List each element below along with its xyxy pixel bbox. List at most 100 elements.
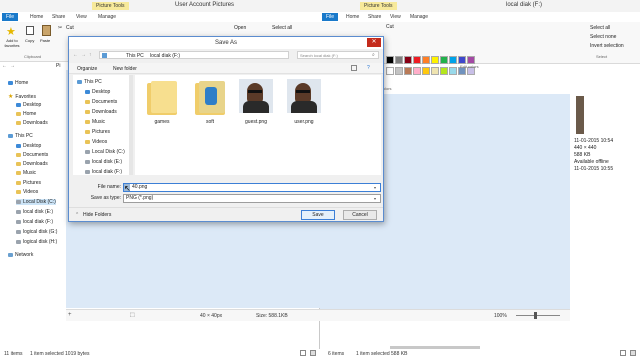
left-tab-share[interactable]: Share	[52, 14, 65, 20]
breadcrumb-this-pc[interactable]: This PC	[126, 53, 144, 59]
nav-pc-pictures[interactable]: Pictures	[16, 180, 41, 186]
color-swatch[interactable]	[458, 56, 466, 64]
select-all-button[interactable]: Select all	[272, 25, 292, 31]
copy-button[interactable]: Copy	[25, 38, 34, 43]
color-swatch[interactable]	[413, 56, 421, 64]
left-context-tab[interactable]: Picture Tools	[92, 2, 129, 10]
open-button[interactable]: Open	[234, 25, 246, 31]
breadcrumb-drive-f[interactable]: local diak (F:)	[150, 53, 180, 59]
left-tab-manage[interactable]: Manage	[98, 14, 116, 20]
nav-network[interactable]: Network	[8, 252, 33, 258]
cancel-button[interactable]: Cancel	[343, 210, 377, 220]
color-swatch[interactable]	[422, 56, 430, 64]
color-swatch[interactable]	[467, 56, 475, 64]
color-swatch[interactable]	[386, 56, 394, 64]
color-swatch[interactable]	[422, 66, 430, 75]
file-item-user[interactable]	[287, 79, 321, 119]
tree-drive-c[interactable]: Local Disk (C:)	[85, 149, 125, 155]
select-none-button[interactable]: Select none	[590, 34, 616, 40]
edit-colors-button[interactable]: Edit colors	[460, 64, 479, 69]
nav-favorites[interactable]: ★ Favorites	[8, 93, 36, 101]
chevron-down-icon[interactable]: ▾	[374, 184, 376, 191]
color-swatch[interactable]	[431, 66, 439, 75]
tree-drive-f[interactable]: local diak (F:)	[85, 169, 122, 175]
tree-videos[interactable]: Videos	[85, 139, 107, 145]
color-swatch[interactable]	[449, 56, 457, 64]
dialog-search-box[interactable]: Search local diak (F:) ⌕	[297, 51, 379, 59]
color-swatch[interactable]	[413, 66, 421, 75]
collapse-arrow-icon[interactable]: ⌃	[75, 212, 79, 218]
nav-pc-desktop[interactable]: Desktop	[16, 143, 41, 149]
help-icon[interactable]: ?	[367, 65, 370, 71]
file-item-games[interactable]	[145, 77, 179, 117]
file-item-guest[interactable]	[239, 79, 273, 119]
tree-music[interactable]: Music	[85, 119, 105, 125]
back-arrow-icon[interactable]: ←	[2, 63, 7, 69]
color-swatch[interactable]	[449, 66, 457, 75]
nav-drive-c[interactable]: Local Disk (C:)	[16, 199, 56, 205]
color-swatch[interactable]	[431, 56, 439, 64]
nav-drive-e[interactable]: local disk (E:)	[16, 209, 53, 215]
file-name-input[interactable]: 40.png ▾	[123, 183, 381, 192]
save-type-select[interactable]: PNG (*.png) ▾	[123, 194, 381, 203]
right-tab-share[interactable]: Share	[368, 14, 381, 20]
right-cut-button[interactable]: Cut	[386, 24, 394, 30]
nav-fav-home[interactable]: Home	[16, 111, 36, 117]
tree-drive-e[interactable]: local disk (E:)	[85, 159, 122, 165]
dialog-forward-icon[interactable]: →	[81, 52, 86, 58]
hide-folders-button[interactable]: Hide Folders	[83, 212, 111, 218]
color-swatch[interactable]	[404, 56, 412, 64]
invert-selection-button[interactable]: Invert selection	[590, 43, 624, 49]
dialog-close-button[interactable]: ✕	[367, 38, 381, 47]
nav-drive-g[interactable]: logical disk (G:)	[16, 229, 57, 235]
dialog-up-icon[interactable]: ↑	[89, 52, 92, 58]
right-tab-file[interactable]: File	[322, 13, 339, 21]
right-tab-home[interactable]: Home	[346, 14, 359, 20]
dialog-address-bar[interactable]: This PC local diak (F:)	[99, 51, 289, 59]
left-tab-view[interactable]: View	[76, 14, 87, 20]
nav-drive-f[interactable]: local diak (F:)	[16, 219, 53, 225]
nav-drive-h[interactable]: logical disk (H:)	[16, 239, 57, 245]
nav-home[interactable]: Home	[8, 80, 28, 86]
tree-downloads[interactable]: Downloads	[85, 109, 117, 115]
nav-this-pc[interactable]: This PC	[8, 133, 33, 139]
paste-button[interactable]: Paste	[40, 38, 50, 43]
nav-fav-desktop[interactable]: Desktop	[16, 102, 41, 108]
zoom-slider-thumb[interactable]	[534, 312, 537, 319]
left-tab-home[interactable]: Home	[30, 14, 43, 20]
color-swatch[interactable]	[395, 66, 403, 75]
organize-button[interactable]: Organize	[77, 66, 97, 72]
forward-arrow-icon[interactable]: →	[10, 63, 15, 69]
color-swatch[interactable]	[395, 56, 403, 64]
right-context-tab[interactable]: Picture Tools	[360, 2, 397, 10]
tree-documents[interactable]: Documents	[85, 99, 117, 105]
color-swatch[interactable]	[404, 66, 412, 75]
dialog-back-icon[interactable]: ←	[73, 52, 78, 58]
nav-pc-documents[interactable]: Documents	[16, 152, 48, 158]
add-favorites-button[interactable]: Add to favorites	[2, 38, 22, 48]
color-swatch[interactable]	[440, 66, 448, 75]
nav-pc-downloads[interactable]: Downloads	[16, 161, 48, 167]
tree-desktop[interactable]: Desktop	[85, 89, 110, 95]
tree-scrollbar[interactable]	[129, 75, 133, 175]
nav-fav-downloads[interactable]: Downloads	[16, 120, 48, 126]
new-folder-button[interactable]: New folder	[113, 66, 137, 72]
left-tab-file[interactable]: File	[2, 13, 19, 21]
color-swatch[interactable]	[386, 66, 394, 75]
right-select-all-button[interactable]: Select all	[590, 25, 610, 31]
tiles-view-icon[interactable]	[310, 350, 316, 356]
right-tiles-view-icon[interactable]	[630, 350, 636, 356]
right-tab-view[interactable]: View	[390, 14, 401, 20]
zoom-slider[interactable]	[516, 315, 560, 316]
change-view-icon[interactable]	[351, 65, 357, 71]
right-tab-manage[interactable]: Manage	[410, 14, 428, 20]
tree-this-pc[interactable]: This PC	[77, 79, 102, 85]
tree-pictures[interactable]: Pictures	[85, 129, 110, 135]
save-button[interactable]: Save	[301, 210, 335, 220]
color-swatch[interactable]	[440, 56, 448, 64]
details-view-icon[interactable]	[300, 350, 306, 356]
nav-pc-videos[interactable]: Videos	[16, 189, 38, 195]
cut-button[interactable]: Cut	[66, 25, 74, 31]
right-details-view-icon[interactable]	[620, 350, 626, 356]
nav-pc-music[interactable]: Music	[16, 170, 36, 176]
